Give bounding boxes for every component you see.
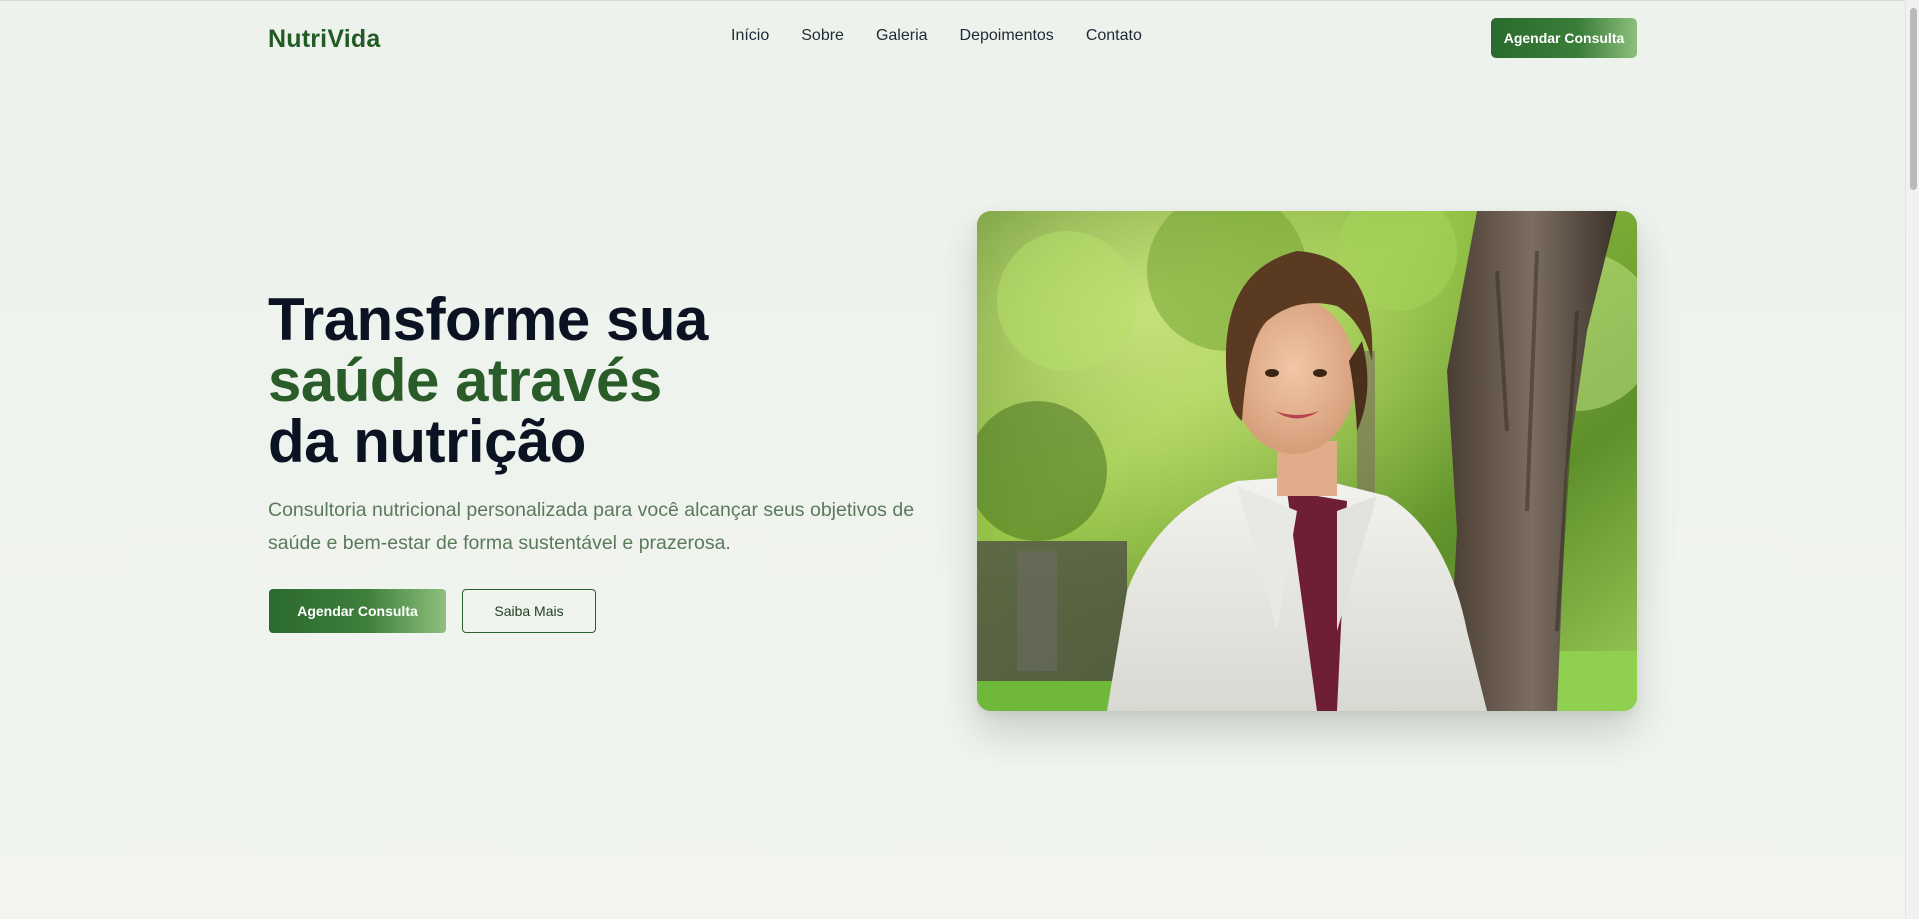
portrait-photo-icon xyxy=(977,211,1637,711)
scrollbar-thumb[interactable] xyxy=(1910,8,1917,190)
nav-item-galeria[interactable]: Galeria xyxy=(876,27,928,45)
hero-title-line-3: da nutrição xyxy=(268,408,586,475)
nav-item-contato[interactable]: Contato xyxy=(1086,27,1142,45)
hero-subtitle: Consultoria nutricional personalizada pa… xyxy=(268,499,915,554)
page-scrollbar[interactable] xyxy=(1905,0,1919,919)
header-schedule-button[interactable]: Agendar Consulta xyxy=(1491,18,1637,58)
learn-more-button[interactable]: Saiba Mais xyxy=(462,589,596,633)
nav-item-inicio[interactable]: Início xyxy=(731,27,769,45)
hero-schedule-button[interactable]: Agendar Consulta xyxy=(269,589,446,633)
hero-title: Transforme sua saúde através da nutrição xyxy=(268,289,708,472)
main-nav: Início Sobre Galeria Depoimentos Contato xyxy=(731,27,1142,45)
hero-title-line-2: saúde através xyxy=(268,347,662,414)
page: NutriVida Início Sobre Galeria Depoiment… xyxy=(0,0,1919,919)
hero-portrait-image xyxy=(977,211,1637,711)
hero-title-line-1: Transforme sua xyxy=(268,286,708,353)
brand-logo[interactable]: NutriVida xyxy=(268,25,380,54)
site-header: NutriVida Início Sobre Galeria Depoiment… xyxy=(0,0,1905,74)
nav-item-depoimentos[interactable]: Depoimentos xyxy=(960,27,1054,45)
nav-item-sobre[interactable]: Sobre xyxy=(801,27,844,45)
